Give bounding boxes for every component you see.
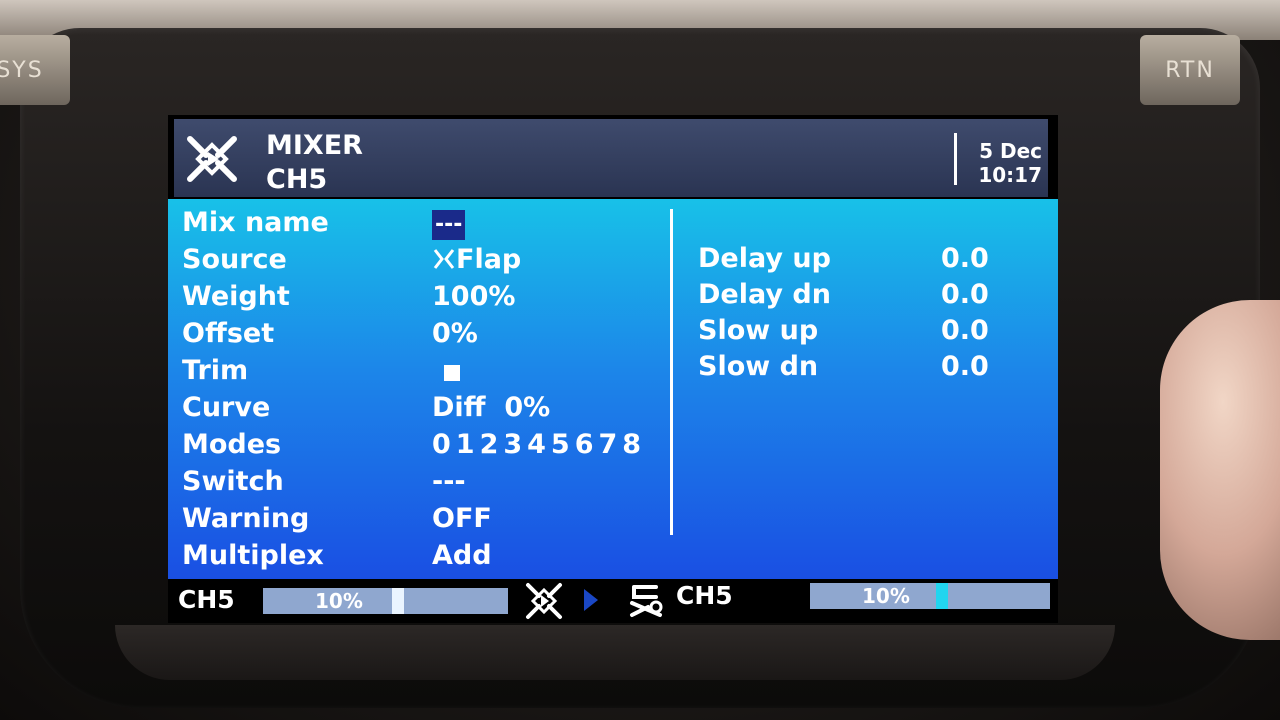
- mixer-settings-panel: Mix name --- Source Flap Weight 100% Off…: [168, 199, 1058, 579]
- left-output-percent: 10%: [315, 589, 363, 613]
- multiplex-label: Multiplex: [182, 540, 324, 571]
- source-value: Flap: [456, 244, 522, 275]
- weight-field[interactable]: 100%: [432, 281, 515, 312]
- mix-name-label: Mix name: [182, 207, 329, 238]
- slow-up-field[interactable]: 0.0: [941, 315, 989, 346]
- screen-header: MIXER CH5 5 Dec 10:17: [174, 119, 1048, 197]
- mixer-icon: [187, 136, 237, 182]
- footer-right-channel: CH5: [676, 581, 733, 610]
- offset-field[interactable]: 0%: [432, 318, 478, 349]
- output-icon: [630, 585, 663, 617]
- warning-label: Warning: [182, 503, 310, 534]
- multiplex-field[interactable]: Add: [432, 540, 492, 571]
- weight-label: Weight: [182, 281, 290, 312]
- mix-name-field[interactable]: ---: [432, 210, 466, 240]
- delay-up-field[interactable]: 0.0: [941, 243, 989, 274]
- modes-field[interactable]: 012345678: [432, 429, 646, 460]
- channel-monitor-footer: CH5 10% CH5 10%: [168, 579, 1058, 623]
- source-mixer-icon: [433, 249, 455, 269]
- mixer-icon: [526, 583, 562, 619]
- hw-rtn-label: RTN: [1165, 57, 1215, 83]
- delay-dn-label: Delay dn: [698, 279, 831, 310]
- column-divider: [670, 209, 673, 535]
- page-title: MIXER CH5: [266, 129, 363, 197]
- time-text: 10:17: [978, 163, 1042, 187]
- footer-left-channel: CH5: [178, 585, 235, 614]
- radio-chin: [115, 625, 1115, 680]
- hw-sys-button[interactable]: SYS: [0, 35, 70, 105]
- page-subtitle: CH5: [266, 164, 328, 195]
- source-field[interactable]: Flap: [432, 244, 521, 275]
- slow-up-label: Slow up: [698, 315, 819, 346]
- offset-label: Offset: [182, 318, 275, 349]
- trim-checkbox[interactable]: [444, 355, 460, 388]
- page-title-text: MIXER: [266, 130, 363, 161]
- datetime: 5 Dec 10:17: [964, 139, 1042, 187]
- lcd-screen: MIXER CH5 5 Dec 10:17 Mix name --- Sourc…: [168, 115, 1058, 623]
- right-output-percent: 10%: [862, 584, 910, 608]
- arrow-right-icon: [584, 589, 598, 611]
- switch-field[interactable]: ---: [432, 466, 466, 497]
- slow-dn-label: Slow dn: [698, 351, 819, 382]
- source-label: Source: [182, 244, 287, 275]
- delay-up-label: Delay up: [698, 243, 831, 274]
- hw-rtn-button[interactable]: RTN: [1140, 35, 1240, 105]
- modes-label: Modes: [182, 429, 282, 460]
- trim-label: Trim: [182, 355, 249, 386]
- header-divider: [954, 133, 957, 185]
- finger: [1160, 300, 1280, 640]
- left-output-bar: 10%: [263, 588, 508, 614]
- switch-label: Switch: [182, 466, 284, 497]
- trim-checked-mark: [444, 365, 460, 381]
- right-output-fill: [936, 583, 948, 609]
- left-output-fill: [392, 588, 404, 614]
- right-output-bar: 10%: [810, 583, 1050, 609]
- warning-field[interactable]: OFF: [432, 503, 492, 534]
- curve-label: Curve: [182, 392, 271, 423]
- slow-dn-field[interactable]: 0.0: [941, 351, 989, 382]
- curve-field[interactable]: Diff 0%: [432, 392, 550, 423]
- hw-sys-label: SYS: [0, 57, 44, 83]
- date-text: 5 Dec: [979, 139, 1042, 163]
- delay-dn-field[interactable]: 0.0: [941, 279, 989, 310]
